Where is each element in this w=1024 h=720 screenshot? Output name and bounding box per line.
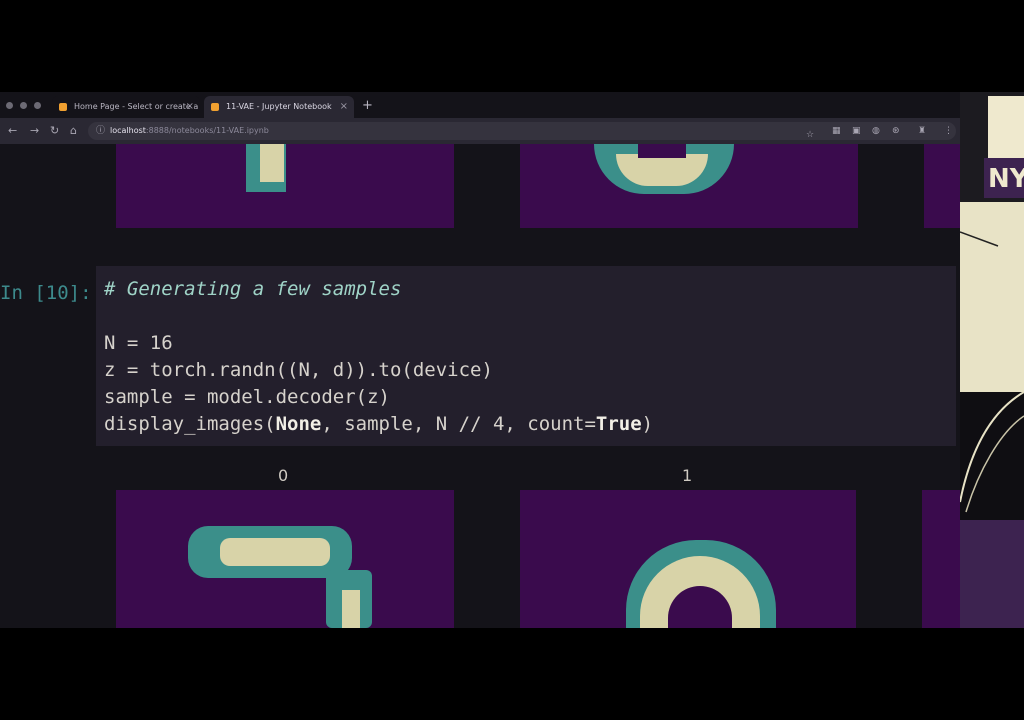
code-line: display_images(None, sample, N // 4, cou… [104,413,653,435]
code-line: N = 16 [104,332,173,354]
output-sample-image [116,490,454,628]
browser-toolbar: ← → ↻ ⌂ ⓘ localhost:8888/notebooks/11-VA… [0,118,960,144]
bookmark-star-icon[interactable]: ☆ [806,126,814,144]
forward-arrow-icon[interactable]: → [30,123,39,139]
tab-home-page[interactable]: Home Page - Select or create a × [52,96,200,118]
reload-icon[interactable]: ↻ [50,123,59,139]
digit-stroke [260,144,284,182]
url-path: :8888/notebooks/11-VAE.ipynb [145,126,269,135]
code-fragment: display_images( [104,413,276,435]
extension-icon[interactable]: ⊛ [892,122,900,140]
window-minimize-icon[interactable] [20,102,27,109]
extension-icon[interactable]: ▦ [832,122,841,140]
previous-output-image [520,144,858,228]
address-url: localhost:8888/notebooks/11-VAE.ipynb [110,122,269,140]
previous-output-image [116,144,454,228]
letterbox-top [0,0,1024,92]
tab-label: Home Page - Select or create a [74,102,199,111]
window-maximize-icon[interactable] [34,102,41,109]
output-sample-image [520,490,856,628]
tab-close-icon[interactable]: × [340,96,348,118]
digit-stroke [220,538,330,566]
window-close-icon[interactable] [6,102,13,109]
notebook-area: In [10]: # Generating a few samples N = … [0,144,960,628]
new-tab-button[interactable]: + [362,99,373,113]
tab-strip: Home Page - Select or create a × 11-VAE … [0,92,960,118]
jupyter-favicon-icon [211,103,219,111]
nyu-logo [988,96,1024,158]
output-image-label: 0 [278,466,289,485]
browser-menu-icon[interactable]: ⋮ [944,122,953,140]
extension-icon[interactable]: ◍ [872,122,880,140]
tab-11-vae[interactable]: 11-VAE - Jupyter Notebook × [204,96,354,118]
code-comment: # Generating a few samples [104,278,402,300]
code-keyword: None [275,413,322,435]
tab-label: 11-VAE - Jupyter Notebook [226,102,332,111]
previous-output-image [924,144,960,228]
tab-close-icon[interactable]: × [186,96,194,118]
code-fragment: ) [641,413,654,435]
output-sample-image [922,490,960,628]
code-line: z = torch.randn((N, d)).to(device) [104,359,493,381]
address-bar[interactable]: ⓘ localhost:8888/notebooks/11-VAE.ipynb … [88,122,956,140]
lower-banner [960,520,1024,628]
webcam-video: NY [960,92,1024,628]
letterbox-bottom [0,628,1024,720]
url-host: localhost [110,126,146,135]
digit-stroke [342,590,360,628]
digit-hole [638,144,686,158]
extension-icon[interactable]: ▣ [852,122,861,140]
code-fragment: , sample, N // 4, count= [321,413,596,435]
site-info-icon[interactable]: ⓘ [96,122,105,140]
browser-chrome: Home Page - Select or create a × 11-VAE … [0,92,960,144]
nyu-logo-text: NY [988,164,1024,194]
presenter-silhouette [960,391,1024,520]
code-line: sample = model.decoder(z) [104,386,390,408]
back-arrow-icon[interactable]: ← [8,123,17,139]
jupyter-favicon-icon [59,103,67,111]
cell-input-prompt: In [10]: [0,282,92,304]
extension-icon[interactable]: ♜ [918,122,926,140]
output-image-label: 1 [682,466,693,485]
home-icon[interactable]: ⌂ [70,123,77,139]
presenter-outline [960,391,1024,513]
code-cell[interactable]: # Generating a few samples N = 16 z = to… [96,266,956,446]
code-keyword: True [595,413,642,435]
